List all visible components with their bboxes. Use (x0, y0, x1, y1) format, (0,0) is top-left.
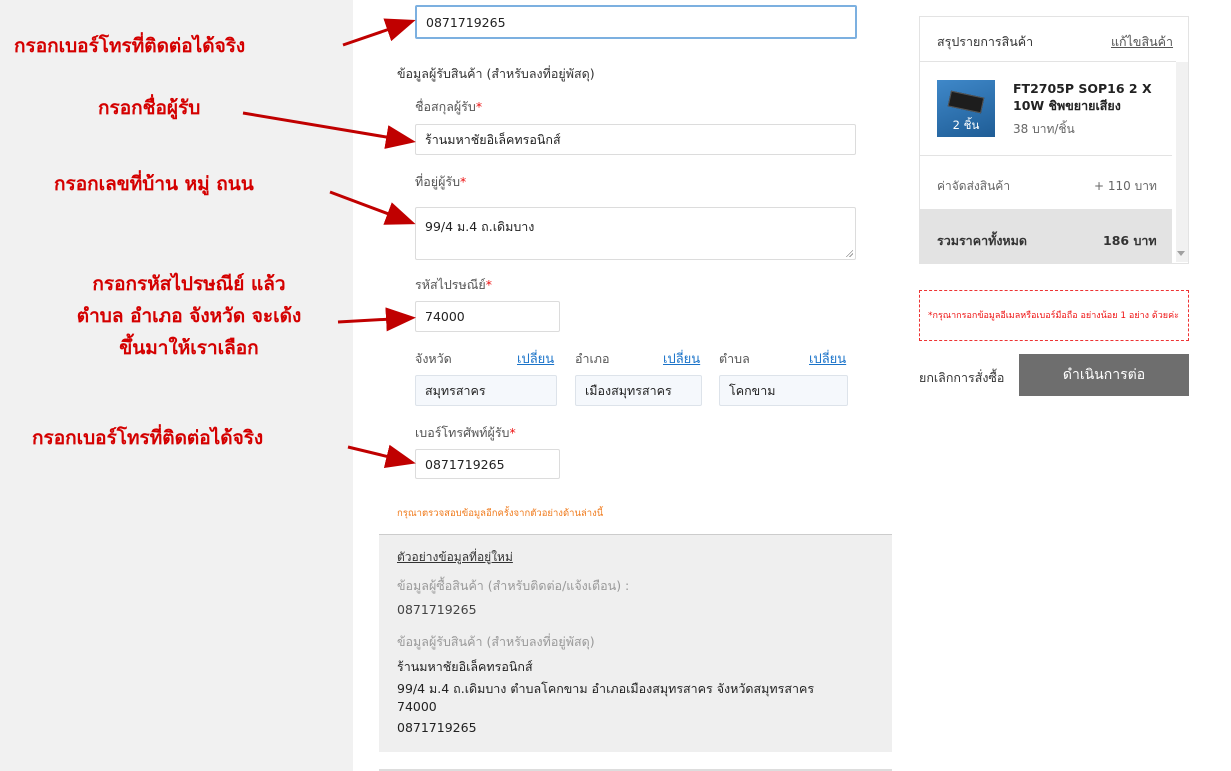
name-input[interactable]: ร้านมหาชัยอิเล็คทรอนิกส์ (415, 124, 856, 155)
address-textarea[interactable]: 99/4 ม.4 ถ.เดิมบาง (415, 207, 856, 260)
district-label: อำเภอ (575, 351, 610, 366)
product-thumbnail[interactable]: 2 ชิ้น (937, 80, 995, 137)
summary-divider-1 (920, 61, 1176, 62)
annotation-phone-top: กรอกเบอร์โทรที่ติดต่อได้จริง (14, 35, 246, 57)
preview-name: ร้านมหาชัยอิเล็คทรอนิกส์ (397, 659, 533, 674)
shipping-value: + 110 บาท (1094, 179, 1157, 193)
total-label: รวมราคาทั้งหมด (937, 233, 1028, 248)
summary-divider-2 (920, 155, 1172, 156)
summary-title: สรุปรายการสินค้า (937, 34, 1034, 49)
annotation-address: กรอกเลขที่บ้าน หมู่ ถนน (54, 173, 254, 195)
scroll-down-icon[interactable] (1177, 251, 1185, 256)
name-label: ชื่อสกุลผู้รับ* (415, 99, 483, 114)
preview-title: ตัวอย่างข้อมูลที่อยู่ใหม่ (397, 550, 513, 564)
chip-icon (947, 90, 985, 114)
recipient-section-title: ข้อมูลผู้รับสินค้า (สำหรับลงที่อยู่พัสดุ… (397, 66, 595, 81)
product-qty-badge: 2 ชิ้น (952, 118, 980, 132)
phone-label: เบอร์โทรศัพท์ผู้รับ* (415, 425, 516, 440)
province-label: จังหวัด (415, 351, 452, 366)
continue-button[interactable]: ดำเนินการต่อ (1019, 354, 1189, 396)
buyer-phone-value: 0871719265 (426, 14, 506, 30)
annotation-phone-bottom: กรอกเบอร์โทรที่ติดต่อได้จริง (32, 427, 264, 449)
shipping-label: ค่าจัดส่งสินค้า (937, 179, 1011, 193)
contact-warning-box: *กรุณากรอกข้อมูลอีเมลหรือเบอร์มือถือ อย่… (919, 290, 1189, 341)
check-note: กรุณาตรวจสอบข้อมูลอีกครั้งจากตัวอย่างด้า… (397, 508, 604, 519)
province-change-link[interactable]: เปลี่ยน (517, 348, 554, 369)
postcode-label: รหัสไปรษณีย์* (415, 277, 492, 292)
district-change-link[interactable]: เปลี่ยน (663, 348, 700, 369)
preview-buyer-label: ข้อมูลผู้ซื้อสินค้า (สำหรับติดต่อ/แจ้งเต… (397, 578, 630, 593)
subdistrict-label: ตำบล (719, 351, 750, 366)
product-name[interactable]: FT2705P SOP16 2 X 10W ชิพขยายเสียง (1013, 80, 1163, 114)
preview-postcode: 74000 (397, 699, 437, 714)
edit-products-link[interactable]: แก้ไขสินค้า (1111, 32, 1173, 52)
buyer-phone-input[interactable]: 0871719265 (415, 5, 857, 39)
contact-warning-text: *กรุณากรอกข้อมูลอีเมลหรือเบอร์มือถือ อย่… (928, 311, 1179, 321)
recipient-phone-input[interactable]: 0871719265 (415, 449, 560, 479)
postcode-input[interactable]: 74000 (415, 301, 560, 332)
cancel-order-link[interactable]: ยกเลิกการสั่งซื้อ (919, 368, 1004, 388)
district-field[interactable]: เมืองสมุทรสาคร (575, 375, 702, 406)
preview-recipient-label: ข้อมูลผู้รับสินค้า (สำหรับลงที่อยู่พัสดุ… (397, 634, 595, 649)
subdistrict-field[interactable]: โคกขาม (719, 375, 848, 406)
province-field[interactable]: สมุทรสาคร (415, 375, 557, 406)
subdistrict-change-link[interactable]: เปลี่ยน (809, 348, 846, 369)
preview-phone: 0871719265 (397, 720, 477, 735)
resize-handle-icon[interactable] (845, 249, 853, 257)
preview-address: 99/4 ม.4 ถ.เดิมบาง ตำบลโคกขาม อำเภอเมือง… (397, 681, 815, 696)
annotation-name: กรอกชื่อผู้รับ (98, 97, 201, 119)
annotation-postcode: กรอกรหัสไปรษณีย์ แล้ว ตำบล อำเภอ จังหวัด… (76, 273, 302, 359)
product-price: 38 บาท/ชิ้น (1013, 122, 1075, 136)
total-value: 186 บาท (1103, 233, 1157, 248)
address-label: ที่อยู่ผู้รับ* (415, 174, 467, 189)
preview-buyer-phone: 0871719265 (397, 602, 477, 617)
summary-scrollbar[interactable] (1176, 62, 1188, 262)
